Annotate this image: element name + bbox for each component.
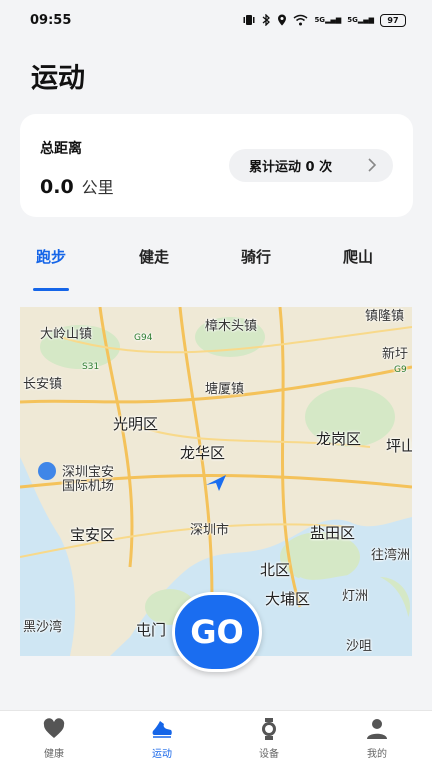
heart-icon (43, 718, 65, 738)
signal-1-icon: 5G▂▄▆ (314, 16, 342, 24)
map-label: 樟木头镇 (205, 319, 258, 334)
road-label: S31 (82, 362, 100, 372)
road-label: G9 (394, 365, 407, 375)
go-button[interactable]: GO (172, 592, 262, 672)
status-time: 09:55 (30, 12, 72, 28)
nav-devices-label: 设备 (259, 749, 279, 760)
signal-1-label: 5G (314, 16, 326, 24)
map-label: 北区 (260, 561, 291, 579)
vibrate-icon (243, 15, 255, 25)
map-label: 大岭山镇 (40, 327, 93, 342)
status-icons: 5G▂▄▆ 5G▂▄▆ 97 (243, 13, 406, 27)
tab-running[interactable]: 跑步 (21, 246, 81, 267)
map-label: 往湾洲 (371, 548, 411, 563)
tab-cycling[interactable]: 骑行 (226, 246, 286, 267)
road-label: G94 (134, 333, 153, 343)
map-label: 坪山 (386, 437, 412, 455)
total-distance-label: 总距离 (40, 141, 82, 157)
tab-walking[interactable]: 健走 (124, 246, 184, 267)
map-label: 盐田区 (310, 524, 356, 542)
tab-hiking[interactable]: 爬山 (328, 246, 388, 267)
nav-devices[interactable]: 设备 (234, 717, 304, 760)
chevron-right-icon (368, 158, 377, 172)
map-label: 大埔区 (265, 590, 311, 608)
map-label: 灯洲 (342, 589, 369, 604)
map-label: 国际机场 (62, 479, 115, 494)
watch-icon (262, 718, 276, 740)
active-tab-indicator (33, 288, 69, 291)
map-label: 沙咀 (346, 639, 373, 654)
map-label: 宝安区 (70, 526, 116, 544)
signal-2-label: 5G (347, 16, 358, 24)
bottom-nav: 健康 运动 设备 我的 (0, 710, 432, 768)
map-label: 镇隆镇 (365, 309, 405, 324)
map-label: 龙华区 (180, 444, 226, 462)
page-title: 运动 (31, 63, 85, 94)
nav-health-label: 健康 (44, 749, 64, 760)
bluetooth-icon (263, 14, 271, 26)
nav-sports[interactable]: 运动 (127, 717, 197, 760)
nav-health[interactable]: 健康 (19, 717, 89, 760)
nav-sports-label: 运动 (152, 749, 172, 760)
person-icon (367, 719, 387, 739)
running-shoe-icon (152, 721, 172, 738)
map-label: 塘厦镇 (205, 382, 245, 397)
summary-card: 总距离 0.0 公里 累计运动 0 次 (20, 114, 413, 217)
map-label: 黑沙湾 (23, 620, 63, 635)
map-label: 长安镇 (23, 377, 63, 392)
signal-2-icon: 5G▂▄▆ (347, 16, 374, 24)
map-label: 光明区 (113, 415, 159, 433)
battery-icon: 97 (380, 13, 406, 27)
map-label: 新圩 (382, 347, 409, 362)
map-label: 龙岗区 (316, 430, 362, 448)
activity-tabs: 跑步 健走 骑行 爬山 (20, 246, 413, 296)
total-distance-value: 0.0 公里 (40, 174, 114, 198)
map-label: 屯门 (136, 621, 167, 639)
status-bar: 09:55 5G▂▄▆ 5G▂▄▆ 97 (0, 0, 432, 40)
nav-me-label: 我的 (367, 749, 387, 760)
nav-me[interactable]: 我的 (342, 717, 412, 760)
wifi-icon (293, 14, 308, 26)
map-label: 深圳市 (190, 523, 230, 538)
exercise-count-label: 累计运动 0 次 (249, 160, 333, 175)
distance-number: 0.0 (40, 176, 74, 198)
location-icon (278, 14, 287, 26)
exercise-count-button[interactable]: 累计运动 0 次 (229, 149, 393, 182)
distance-unit: 公里 (81, 178, 114, 197)
